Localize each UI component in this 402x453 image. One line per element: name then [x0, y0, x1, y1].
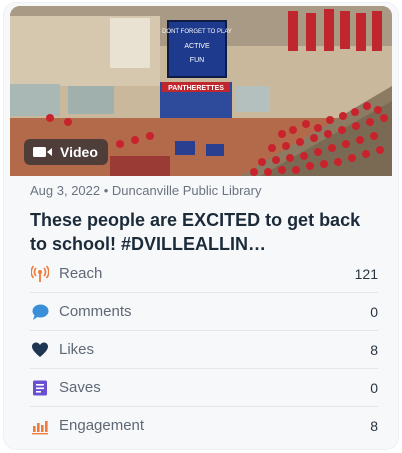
comment-icon — [30, 302, 50, 322]
stat-value-engagement: 8 — [370, 417, 378, 434]
video-badge: Video — [24, 139, 108, 165]
saves-icon — [30, 378, 50, 398]
stat-label-likes: Likes — [59, 341, 95, 358]
media-type-label: Video — [60, 144, 98, 160]
scoreboard-line-3: FUN — [190, 57, 204, 64]
stat-row-saves: Saves 0 — [30, 369, 378, 407]
scoreboard-line-1: DONT FORGET TO PLAY — [162, 29, 232, 35]
stat-label-engagement: Engagement — [59, 417, 145, 434]
stat-label-comments: Comments — [59, 303, 132, 320]
post-title[interactable]: These people are EXCITED to get back to … — [30, 208, 380, 256]
post-card[interactable]: DONT FORGET TO PLAY ACTIVE FUN PANTHERET… — [4, 3, 398, 449]
heart-icon — [30, 340, 50, 360]
stat-row-engagement: Engagement 8 — [30, 407, 378, 444]
stat-value-likes: 8 — [370, 341, 378, 358]
stat-row-likes: Likes 8 — [30, 331, 378, 369]
stat-row-comments: Comments 0 — [30, 293, 378, 331]
stat-label-reach: Reach — [59, 265, 103, 282]
stat-value-saves: 0 — [370, 379, 378, 396]
video-thumbnail[interactable]: DONT FORGET TO PLAY ACTIVE FUN PANTHERET… — [10, 6, 392, 176]
gym-banner-text: PANTHERETTES — [168, 85, 224, 92]
video-camera-icon — [33, 146, 53, 158]
reach-icon — [30, 264, 50, 284]
engagement-icon — [30, 416, 50, 436]
stat-label-saves: Saves — [59, 379, 101, 396]
stat-row-reach: Reach 121 — [30, 255, 378, 293]
scoreboard-line-2: ACTIVE — [184, 43, 210, 50]
stat-value-reach: 121 — [354, 265, 378, 282]
stat-value-comments: 0 — [370, 303, 378, 320]
stats-list: Reach 121 Comments 0 Likes 8 Saves 0 Eng… — [30, 255, 378, 444]
post-meta: Aug 3, 2022 • Duncanville Public Library — [30, 183, 262, 198]
